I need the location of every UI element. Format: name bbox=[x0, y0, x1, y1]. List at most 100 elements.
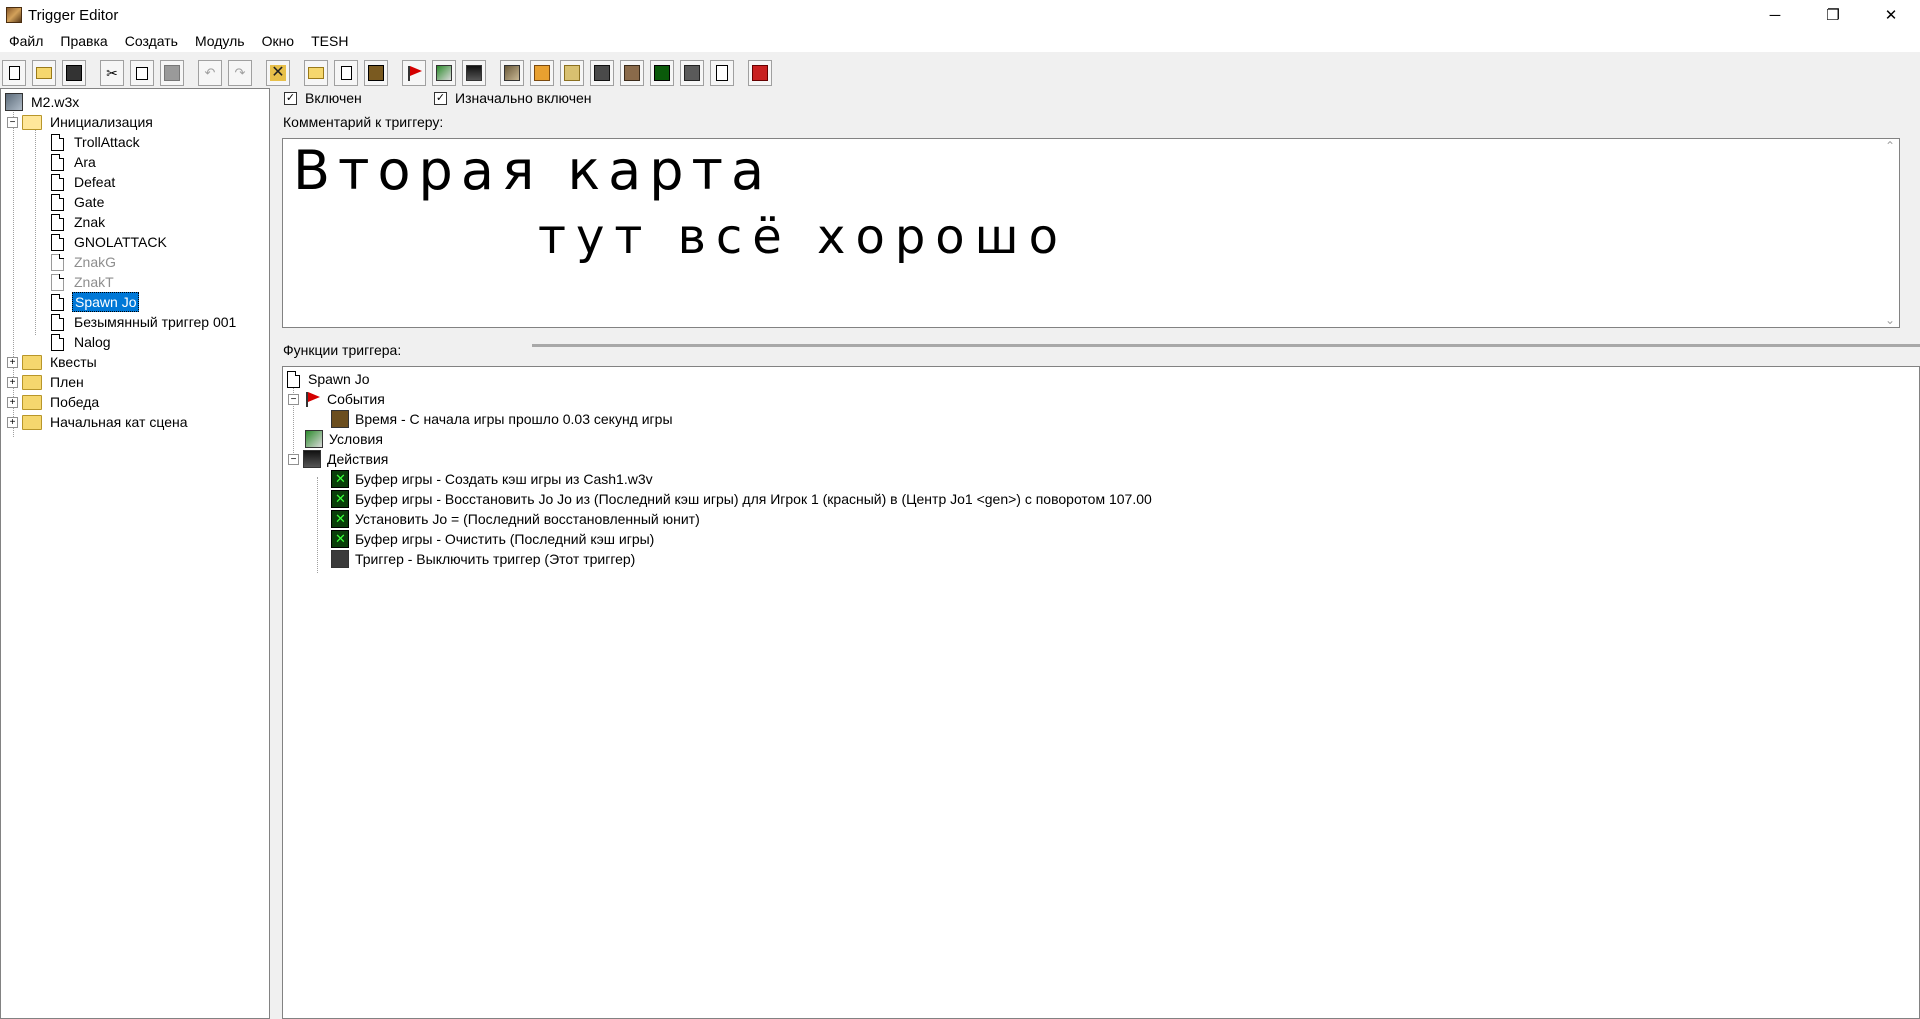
gear-icon bbox=[331, 550, 349, 568]
tree-item-znak[interactable]: Znak bbox=[51, 212, 107, 232]
tree-item-nalog[interactable]: Nalog bbox=[51, 332, 113, 352]
trigger-functions-panel[interactable]: Spawn Jo − События Время - С начала игры… bbox=[282, 366, 1920, 1019]
paste-button[interactable] bbox=[160, 60, 184, 86]
menu-window[interactable]: Окно bbox=[253, 33, 303, 49]
tree-map-root[interactable]: M2.w3x bbox=[5, 92, 81, 112]
action-text: Буфер игры - Восстановить Jo Jo из (Посл… bbox=[355, 491, 1152, 507]
new-event-button[interactable] bbox=[402, 60, 426, 86]
menu-module[interactable]: Модуль bbox=[186, 33, 253, 49]
new-action-button[interactable] bbox=[462, 60, 486, 86]
object-manager-button[interactable] bbox=[680, 60, 704, 86]
enabled-checkbox[interactable]: ✓ bbox=[284, 91, 297, 105]
tree-item-defeat[interactable]: Defeat bbox=[51, 172, 117, 192]
enabled-checkbox-row[interactable]: ✓ Включен bbox=[284, 89, 362, 107]
tree-item-unnamed-trigger[interactable]: Безымянный триггер 001 bbox=[51, 312, 238, 332]
trigger-label: Gate bbox=[74, 194, 105, 210]
tree-item-znakt[interactable]: ZnakT bbox=[51, 272, 116, 292]
copy-button[interactable] bbox=[130, 60, 154, 86]
comment-line-1: Вторая карта bbox=[293, 139, 773, 202]
initially-enabled-checkbox[interactable]: ✓ bbox=[434, 91, 447, 105]
trigger-label: ZnakG bbox=[74, 254, 117, 270]
redo-icon: ↷ bbox=[234, 65, 246, 80]
save-icon bbox=[66, 65, 82, 81]
tree-item-gate[interactable]: Gate bbox=[51, 192, 106, 212]
action-row[interactable]: Установить Jo = (Последний восстановленн… bbox=[331, 509, 700, 529]
comment-scrollbar[interactable]: ⌃ ⌄ bbox=[1881, 139, 1899, 327]
expand-toggle[interactable]: + bbox=[7, 416, 18, 428]
expand-toggle[interactable]: + bbox=[7, 356, 18, 368]
new-category-button[interactable] bbox=[304, 60, 328, 86]
tree-item-spawn-jo[interactable]: Spawn Jo bbox=[51, 292, 140, 312]
horizontal-splitter[interactable] bbox=[532, 344, 1920, 347]
expand-toggle[interactable]: + bbox=[7, 396, 18, 408]
tree-folder-intro-cutscene[interactable]: + Начальная кат сцена bbox=[7, 412, 190, 432]
menu-tesh[interactable]: TESH bbox=[302, 33, 356, 49]
new-trigger-button[interactable] bbox=[334, 60, 358, 86]
new-file-button[interactable] bbox=[2, 60, 26, 86]
events-label: События bbox=[327, 391, 385, 407]
trigger-label: TrollAttack bbox=[74, 134, 140, 150]
collapse-toggle[interactable]: − bbox=[288, 453, 299, 465]
expand-toggle[interactable]: + bbox=[7, 376, 18, 388]
import-manager-button[interactable] bbox=[710, 60, 734, 86]
cut-button[interactable]: ✂ bbox=[100, 60, 124, 86]
action-row[interactable]: Буфер игры - Восстановить Jo Jo из (Посл… bbox=[331, 489, 1152, 509]
minimize-button[interactable]: ─ bbox=[1746, 0, 1804, 30]
open-file-button[interactable] bbox=[32, 60, 56, 86]
collapse-toggle[interactable]: − bbox=[7, 116, 18, 128]
tree-item-gnolattack[interactable]: GNOLATTACK bbox=[51, 232, 169, 252]
action-row[interactable]: Буфер игры - Очистить (Последний кэш игр… bbox=[331, 529, 654, 549]
delete-button[interactable]: ✕ bbox=[266, 60, 290, 86]
document-icon bbox=[340, 66, 352, 80]
campaign-icon bbox=[624, 65, 640, 81]
sound-editor-button[interactable] bbox=[560, 60, 584, 86]
trigger-tree-panel[interactable]: M2.w3x − Инициализация TrollAttack Ara D… bbox=[0, 88, 270, 1019]
object-editor-button[interactable] bbox=[530, 60, 554, 86]
tree-folder-victory[interactable]: + Победа bbox=[7, 392, 101, 412]
trigger-label: Znak bbox=[74, 214, 106, 230]
menu-file[interactable]: Файл bbox=[0, 33, 51, 49]
maximize-button[interactable]: ❐ bbox=[1804, 0, 1862, 30]
event-row[interactable]: Время - С начала игры прошло 0.03 секунд… bbox=[331, 409, 673, 429]
actions-node[interactable]: − Действия bbox=[288, 449, 388, 469]
menu-create[interactable]: Создать bbox=[116, 33, 186, 49]
delete-x-icon: ✕ bbox=[270, 64, 286, 81]
campaign-editor-button[interactable] bbox=[620, 60, 644, 86]
comment-icon bbox=[368, 65, 384, 81]
new-condition-button[interactable] bbox=[432, 60, 456, 86]
tree-item-znakg[interactable]: ZnakG bbox=[51, 252, 118, 272]
scroll-up-icon[interactable]: ⌃ bbox=[1885, 139, 1895, 153]
tree-item-trollattack[interactable]: TrollAttack bbox=[51, 132, 142, 152]
action-row[interactable]: Триггер - Выключить триггер (Этот тригге… bbox=[331, 549, 635, 569]
tree-item-ara[interactable]: Ara bbox=[51, 152, 98, 172]
save-button[interactable] bbox=[62, 60, 86, 86]
trigger-doc-icon bbox=[51, 213, 64, 231]
menu-edit[interactable]: Правка bbox=[51, 33, 115, 49]
comment-textbox[interactable]: Вторая карта тут всё хорошо ⌃ ⌄ bbox=[282, 138, 1900, 328]
close-button[interactable]: ✕ bbox=[1862, 0, 1920, 30]
folder-icon bbox=[22, 374, 42, 390]
redo-button[interactable]: ↷ bbox=[228, 60, 252, 86]
ai-editor-button[interactable] bbox=[650, 60, 674, 86]
collapse-toggle[interactable]: − bbox=[288, 393, 299, 405]
terrain-editor-button[interactable] bbox=[500, 60, 524, 86]
trigger-label: GNOLATTACK bbox=[74, 234, 167, 250]
test-map-button[interactable] bbox=[748, 60, 772, 86]
trigger-name-row[interactable]: Spawn Jo bbox=[287, 369, 369, 389]
unit-editor-button[interactable] bbox=[590, 60, 614, 86]
copy-icon bbox=[136, 66, 148, 80]
tree-folder-captivity[interactable]: + Плен bbox=[7, 372, 86, 392]
action-row[interactable]: Буфер игры - Создать кэш игры из Cash1.w… bbox=[331, 469, 653, 489]
panel-splitter[interactable] bbox=[270, 88, 282, 1019]
action-text: Триггер - Выключить триггер (Этот тригге… bbox=[355, 551, 636, 567]
scroll-down-icon[interactable]: ⌄ bbox=[1885, 313, 1895, 327]
folder-label: Победа bbox=[50, 394, 100, 410]
new-comment-button[interactable] bbox=[364, 60, 388, 86]
conditions-node[interactable]: Условия bbox=[305, 429, 383, 449]
game-cache-icon bbox=[331, 530, 349, 548]
initially-enabled-checkbox-row[interactable]: ✓ Изначально включен bbox=[434, 89, 592, 107]
events-node[interactable]: − События bbox=[288, 389, 385, 409]
tree-folder-quests[interactable]: + Квесты bbox=[7, 352, 99, 372]
tree-folder-init[interactable]: − Инициализация bbox=[7, 112, 155, 132]
undo-button[interactable]: ↶ bbox=[198, 60, 222, 86]
